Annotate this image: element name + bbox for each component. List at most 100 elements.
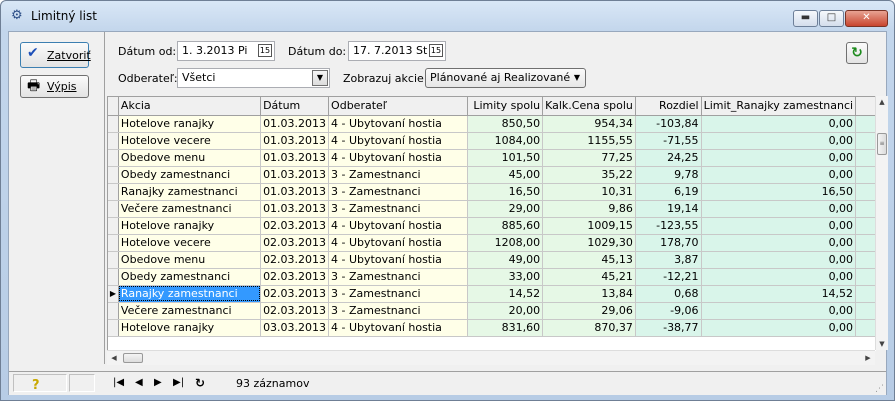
table-cell[interactable]: 02.03.2013	[260, 268, 330, 286]
table-row[interactable]: Hotelove ranajky 02.03.2013 4 - Ubytovaní …	[108, 217, 876, 235]
help-icon[interactable]: ?	[32, 378, 40, 393]
horizontal-scrollbar[interactable]: ◀ ▶	[107, 350, 875, 365]
table-cell[interactable]: -71,55	[635, 132, 702, 150]
table-cell[interactable]: 03.03.2013	[260, 319, 330, 337]
column-header-extra[interactable]	[855, 97, 876, 116]
table-cell[interactable]: 1009,15	[542, 217, 636, 235]
table-cell[interactable]: Hotelove ranajky	[118, 217, 262, 235]
table-cell[interactable]: -103,84	[635, 115, 702, 133]
table-row[interactable]: Obedy zamestnanci 02.03.2013 3 - Zamestnan…	[108, 268, 876, 286]
table-cell[interactable]: 0,00	[701, 200, 857, 218]
table-row[interactable]: Hotelove ranajky 01.03.2013 4 - Ubytovaní …	[108, 115, 876, 133]
column-header-kalk-cena-spolu[interactable]: Kalk.Cena spolu	[542, 97, 636, 116]
table-cell[interactable]: 14,52	[701, 285, 857, 303]
vertical-scroll-thumb[interactable]: ≡	[877, 133, 887, 155]
table-cell[interactable]: 01.03.2013	[260, 149, 330, 167]
table-cell[interactable]: 1155,55	[542, 132, 636, 150]
minimize-button[interactable]: ▬	[793, 10, 818, 27]
table-row[interactable]: Obedove menu 02.03.2013 4 - Ubytovaní host…	[108, 251, 876, 269]
table-cell[interactable]: 850,50	[467, 115, 544, 133]
table-cell[interactable]: 0,00	[701, 217, 857, 235]
table-cell[interactable]: 0,00	[701, 149, 857, 167]
table-cell[interactable]: 0,00	[701, 302, 857, 320]
table-row[interactable]: Obedove menu 01.03.2013 4 - Ubytovaní host…	[108, 149, 876, 167]
table-cell[interactable]: 3 - Zamestnanci	[328, 268, 469, 286]
table-cell[interactable]: 4 - Ubytovaní hostia	[328, 234, 469, 252]
row-indicator[interactable]	[108, 217, 119, 235]
table-cell[interactable]: 3 - Zamestnanci	[328, 302, 469, 320]
date-to-field[interactable]: 17. 7.2013 St 15	[348, 41, 446, 61]
table-cell[interactable]: 4 - Ubytovaní hostia	[328, 217, 469, 235]
table-row[interactable]: Ranajky zamestnanci 01.03.2013 3 - Zamestn…	[108, 183, 876, 201]
help-cell[interactable]: ?	[13, 374, 67, 393]
table-cell[interactable]: Hotelove vecere	[118, 132, 262, 150]
column-header-akcia[interactable]: Akcia	[118, 97, 262, 116]
table-cell[interactable]: 4 - Ubytovaní hostia	[328, 149, 469, 167]
table-cell[interactable]: 0,00	[701, 319, 857, 337]
table-cell[interactable]: 9,86	[542, 200, 636, 218]
table-cell[interactable]: -12,21	[635, 268, 702, 286]
table-row[interactable]: ▶ Ranajky zamestnanci 02.03.2013 3 - Zamest…	[108, 285, 876, 303]
row-indicator[interactable]	[108, 319, 119, 337]
column-header-datum[interactable]: Dátum	[260, 97, 330, 116]
table-cell[interactable]	[855, 166, 876, 184]
row-indicator[interactable]	[108, 251, 119, 269]
reload-icon[interactable]: ↻	[195, 376, 205, 390]
table-cell[interactable]	[855, 319, 876, 337]
column-header-odberatel[interactable]: Odberateľ	[328, 97, 469, 116]
row-indicator[interactable]	[108, 115, 119, 133]
data-grid[interactable]: Akcia Dátum Odberateľ Limity spolu Kalk.…	[107, 96, 876, 351]
table-cell[interactable]: 49,00	[467, 251, 544, 269]
table-cell[interactable]: 831,60	[467, 319, 544, 337]
table-cell[interactable]: 0,00	[701, 132, 857, 150]
column-header-limit-ranajky[interactable]: Limit_Ranajky zamestnanci	[701, 97, 857, 116]
table-cell[interactable]: 13,84	[542, 285, 636, 303]
table-cell[interactable]: 77,25	[542, 149, 636, 167]
table-cell[interactable]: 02.03.2013	[260, 251, 330, 269]
calendar-icon[interactable]: 15	[429, 44, 443, 57]
table-cell[interactable]: 24,25	[635, 149, 702, 167]
row-indicator[interactable]: ▶	[108, 285, 119, 303]
table-cell[interactable]: 01.03.2013	[260, 200, 330, 218]
table-cell[interactable]: 29,00	[467, 200, 544, 218]
vertical-scrollbar[interactable]: ▲ ≡ ▼	[875, 96, 888, 350]
table-cell[interactable]: 01.03.2013	[260, 166, 330, 184]
row-indicator[interactable]	[108, 166, 119, 184]
table-cell[interactable]: 4 - Ubytovaní hostia	[328, 251, 469, 269]
table-cell[interactable]: 3 - Zamestnanci	[328, 285, 469, 303]
table-cell[interactable]	[855, 183, 876, 201]
table-cell[interactable]: 02.03.2013	[260, 217, 330, 235]
table-cell[interactable]: -38,77	[635, 319, 702, 337]
table-cell[interactable]: 0,00	[701, 268, 857, 286]
table-cell[interactable]	[855, 268, 876, 286]
table-cell[interactable]	[855, 234, 876, 252]
table-cell[interactable]: 885,60	[467, 217, 544, 235]
table-cell[interactable]: 01.03.2013	[260, 132, 330, 150]
column-header-limity-spolu[interactable]: Limity spolu	[467, 97, 544, 116]
table-cell[interactable]: 3 - Zamestnanci	[328, 166, 469, 184]
table-cell[interactable]: 16,50	[701, 183, 857, 201]
last-record-icon[interactable]: ▶|	[173, 376, 184, 390]
table-cell[interactable]: 0,00	[701, 166, 857, 184]
row-indicator[interactable]	[108, 200, 119, 218]
table-cell[interactable]: 33,00	[467, 268, 544, 286]
table-cell[interactable]: Hotelove vecere	[118, 234, 262, 252]
table-cell[interactable]: 19,14	[635, 200, 702, 218]
table-cell[interactable]: 1208,00	[467, 234, 544, 252]
date-from-field[interactable]: 1. 3.2013 Pi 15	[177, 41, 275, 61]
table-cell[interactable]	[855, 217, 876, 235]
table-cell[interactable]: 1084,00	[467, 132, 544, 150]
table-cell[interactable]: Obedy zamestnanci	[118, 268, 262, 286]
table-cell[interactable]: 29,06	[542, 302, 636, 320]
close-window-button[interactable]: ✕	[845, 10, 888, 27]
table-row[interactable]: Večere zamestnanci 01.03.2013 3 - Zamestna…	[108, 200, 876, 218]
table-cell[interactable]: Večere zamestnanci	[118, 200, 262, 218]
table-cell[interactable]: 4 - Ubytovaní hostia	[328, 319, 469, 337]
row-indicator[interactable]	[108, 183, 119, 201]
table-cell[interactable]: 35,22	[542, 166, 636, 184]
table-cell[interactable]: 954,34	[542, 115, 636, 133]
table-cell[interactable]: 4 - Ubytovaní hostia	[328, 132, 469, 150]
table-cell[interactable]: Obedove menu	[118, 251, 262, 269]
calendar-icon[interactable]: 15	[258, 44, 272, 57]
table-row[interactable]: Hotelove vecere 02.03.2013 4 - Ubytovaní h…	[108, 234, 876, 252]
